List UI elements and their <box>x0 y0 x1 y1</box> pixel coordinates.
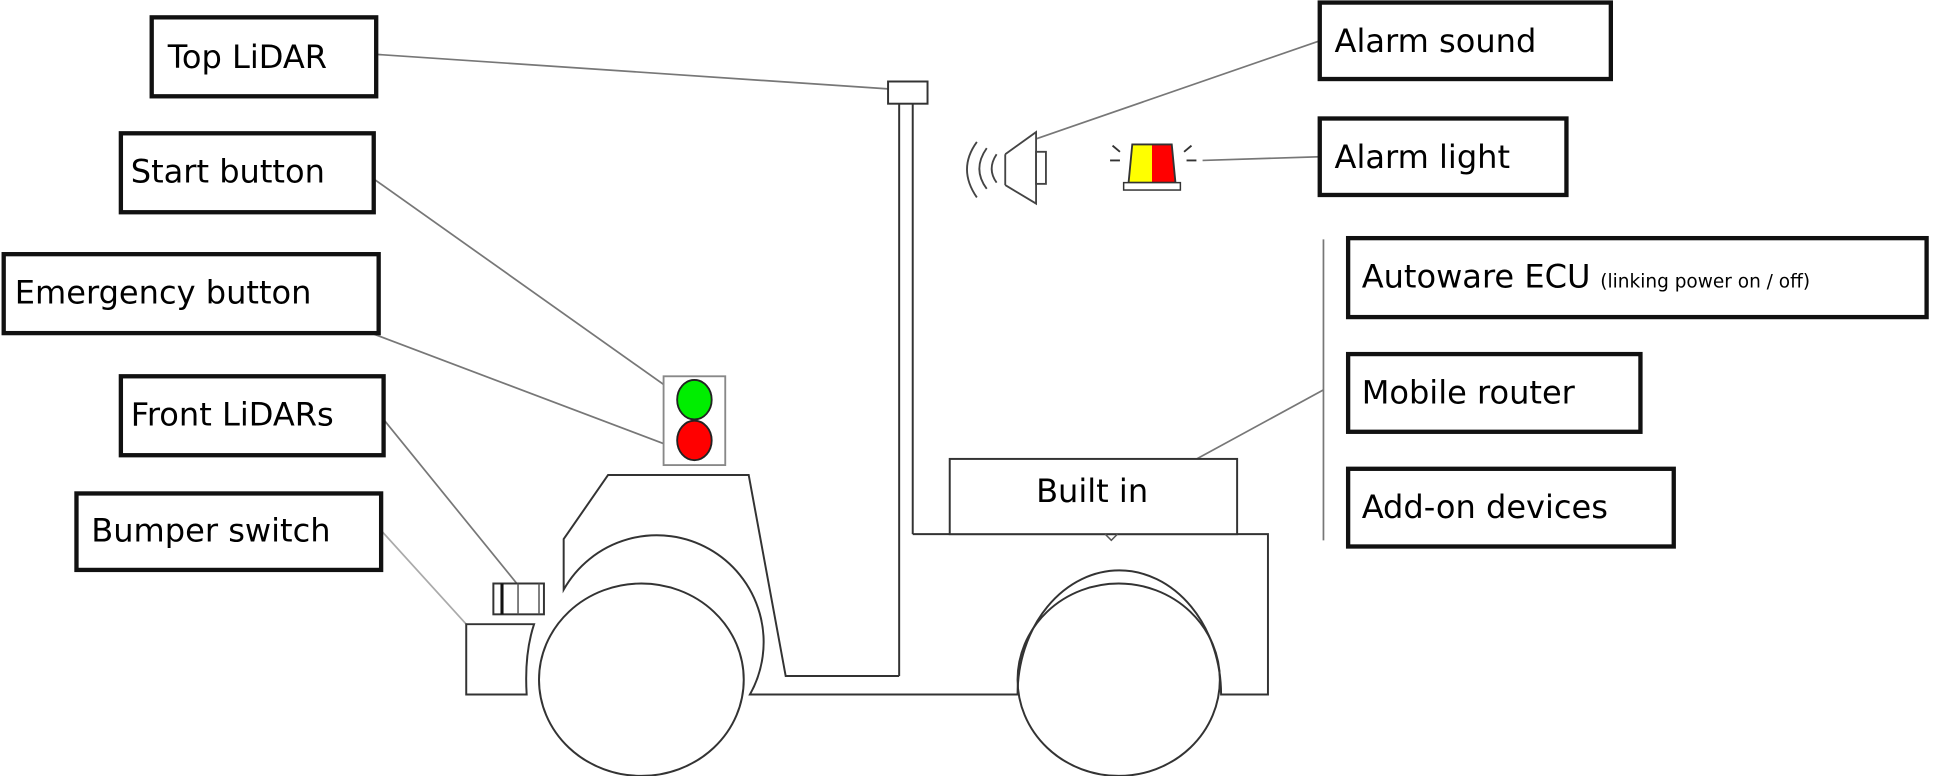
rear-wheel <box>1016 582 1221 776</box>
svg-text:Add-on devices: Add-on devices <box>1362 488 1608 526</box>
leader-emergency-button <box>351 324 675 449</box>
front-wheel <box>538 582 745 776</box>
label-mobile-router: Mobile router <box>1345 351 1643 434</box>
svg-text:Top LiDAR: Top LiDAR <box>167 38 327 76</box>
autoware-ecu-note: (linking power on / off) <box>1600 271 1810 292</box>
button-panel <box>662 375 727 467</box>
label-alarm-light: Alarm light <box>1317 116 1569 198</box>
vehicle: Built in <box>465 80 1269 776</box>
svg-text:Bumper switch: Bumper switch <box>91 512 330 550</box>
label-alarm-sound: Alarm sound <box>1317 0 1614 82</box>
label-top-lidar: Top LiDAR <box>149 15 379 99</box>
start-button-icon <box>676 379 713 421</box>
speaker-icon <box>966 130 1047 206</box>
svg-text:Emergency button: Emergency button <box>15 274 312 312</box>
svg-text:Alarm light: Alarm light <box>1335 138 1511 176</box>
svg-text:Alarm sound: Alarm sound <box>1335 22 1537 60</box>
label-autoware-ecu: Autoware ECU (linking power on / off) <box>1345 235 1929 320</box>
alarm-beacon-icon <box>1110 143 1197 191</box>
label-emergency-button: Emergency button <box>1 252 381 336</box>
front-lidars-device <box>492 582 545 616</box>
svg-text:Start button: Start button <box>131 153 325 191</box>
leader-start-button <box>373 178 676 394</box>
leader-top-lidar <box>376 53 889 90</box>
leader-lines <box>351 39 1325 625</box>
bumper-switch-device <box>465 623 536 696</box>
label-front-lidars: Front LiDARs <box>118 374 386 458</box>
top-lidar-sensor <box>887 80 929 105</box>
vehicle-diagram: Built in Top LiDAR Start button Emergenc… <box>1 0 1929 776</box>
emergency-button-icon <box>676 419 713 462</box>
autoware-ecu-text: Autoware ECU <box>1362 257 1591 295</box>
leader-front-lidars <box>382 418 518 585</box>
leader-alarm-light <box>1202 155 1320 162</box>
label-bumper-switch: Bumper switch <box>74 491 384 573</box>
label-addon-devices: Add-on devices <box>1345 466 1676 549</box>
svg-text:Front LiDARs: Front LiDARs <box>131 396 334 434</box>
leader-bumper-switch <box>380 529 467 625</box>
svg-text:Mobile router: Mobile router <box>1362 373 1576 411</box>
leader-alarm-sound <box>1019 39 1321 146</box>
label-start-button: Start button <box>118 131 376 215</box>
built-in-label: Built in <box>1036 472 1148 510</box>
